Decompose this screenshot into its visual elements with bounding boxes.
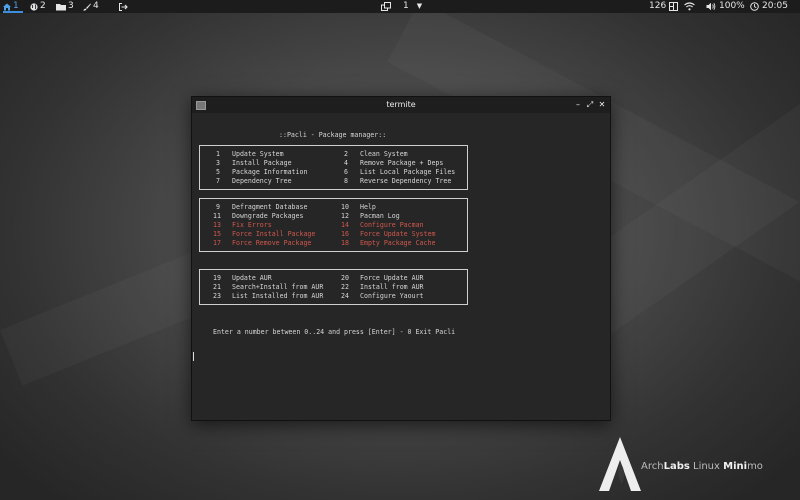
option-label: Force Remove Package (232, 239, 312, 247)
terminal-window[interactable]: termite – ⤢ ✕ ::Pacli - Package manager:… (191, 96, 611, 421)
option-label: Install from AUR (360, 283, 424, 291)
option-number: 1 (216, 150, 220, 158)
option-label: Configure Pacman (360, 221, 424, 229)
brand-arch: Arch (641, 461, 664, 472)
option-number: 9 (216, 203, 220, 211)
option-number: 4 (344, 159, 348, 167)
workspace-number: 3 (68, 1, 74, 11)
clock[interactable]: 20:05 (750, 0, 788, 13)
brand-linux: Linux (689, 461, 724, 472)
option-label: Help (360, 203, 376, 211)
option-number: 15 (213, 230, 221, 238)
folder-icon (56, 3, 66, 10)
wifi-indicator[interactable] (684, 0, 695, 13)
top-panel: 1 2 3 4 1 ▼ 126 100% 20:05 (0, 0, 800, 13)
workspace-3[interactable]: 3 (56, 0, 74, 13)
option-number: 10 (341, 203, 349, 211)
option-number: 19 (213, 274, 221, 282)
option-label: Remove Package + Deps (360, 159, 444, 167)
exit-icon (119, 2, 128, 11)
logout-button[interactable] (119, 0, 128, 13)
option-label: Clean System (360, 150, 408, 158)
option-label: Dependency Tree (232, 177, 292, 185)
brush-icon (83, 3, 91, 11)
speaker-icon (706, 2, 716, 11)
option-label: Empty Package Cache (360, 239, 436, 247)
archlabs-logo-icon (599, 437, 641, 491)
option-label: Search+Install from AUR (232, 283, 324, 291)
workspace-2[interactable]: 2 (30, 0, 46, 13)
volume-value: 100% (719, 1, 745, 11)
window-layout-button[interactable] (381, 0, 391, 13)
maximize-button[interactable]: ⤢ (585, 99, 595, 110)
option-label: Update System (232, 150, 284, 158)
windows-icon (381, 2, 391, 11)
option-number: 3 (216, 159, 220, 167)
option-label: Downgrade Packages (232, 212, 304, 220)
option-number: 7 (216, 177, 220, 185)
option-label: Force Update AUR (360, 274, 424, 282)
option-label: Update AUR (232, 274, 272, 282)
option-number: 22 (341, 283, 349, 291)
home-icon (3, 3, 11, 10)
current-workspace: 1 (403, 1, 409, 11)
option-label: List Installed from AUR (232, 292, 324, 300)
option-number: 11 (213, 212, 221, 220)
option-number: 2 (344, 150, 348, 158)
option-label: Force Install Package (232, 230, 316, 238)
option-number: 18 (341, 239, 349, 247)
workspace-selector[interactable]: 1 ▼ (403, 0, 422, 13)
layout-icon (669, 2, 679, 11)
option-label: Package Information (232, 168, 308, 176)
brightness-indicator[interactable]: 126 (649, 0, 679, 13)
option-label: Force Update System (360, 230, 436, 238)
option-number: 14 (341, 221, 349, 229)
globe-icon (30, 2, 38, 11)
terminal-content[interactable]: ::Pacli - Package manager:: 1 Update Sys… (192, 113, 610, 420)
close-button[interactable]: ✕ (597, 99, 607, 110)
workspace-number: 4 (93, 1, 99, 11)
clock-time: 20:05 (762, 1, 788, 11)
option-label: Fix Errors (232, 221, 272, 229)
option-label: Defragment Database (232, 203, 308, 211)
option-number: 23 (213, 292, 221, 300)
workspace-4[interactable]: 4 (83, 0, 99, 13)
option-number: 6 (344, 168, 348, 176)
workspace-number: 1 (13, 1, 19, 11)
option-number: 16 (341, 230, 349, 238)
clock-icon (750, 2, 759, 11)
option-label: List Local Package Files (360, 168, 456, 176)
option-number: 20 (341, 274, 349, 282)
option-number: 13 (213, 221, 221, 229)
workspace-1[interactable]: 1 (3, 0, 23, 13)
option-number: 5 (216, 168, 220, 176)
wifi-icon (684, 2, 695, 11)
brand-mo: mo (747, 461, 763, 472)
workspace-number: 2 (40, 1, 46, 11)
option-label: Configure Yaourt (360, 292, 424, 300)
option-number: 17 (213, 239, 221, 247)
option-number: 8 (344, 177, 348, 185)
option-number: 21 (213, 283, 221, 291)
option-number: 12 (341, 212, 349, 220)
window-titlebar[interactable]: termite – ⤢ ✕ (192, 97, 610, 113)
option-label: Install Package (232, 159, 292, 167)
caret-down-icon: ▼ (416, 2, 423, 10)
branding-text: ArchLabs Linux Minimo (641, 461, 763, 472)
option-number: 24 (341, 292, 349, 300)
text-cursor[interactable] (193, 352, 194, 361)
brand-labs: Labs (663, 461, 690, 472)
minimize-button[interactable]: – (573, 99, 583, 110)
input-prompt: Enter a number between 0..24 and press [… (213, 328, 456, 336)
option-label: Pacman Log (360, 212, 400, 220)
brightness-value: 126 (649, 1, 667, 11)
window-title: termite (386, 100, 416, 109)
option-label: Reverse Dependency Tree (360, 177, 452, 185)
brand-mini: Mini (723, 461, 748, 472)
menu-heading: ::Pacli - Package manager:: (279, 131, 387, 139)
volume-indicator[interactable]: 100% (706, 0, 745, 13)
